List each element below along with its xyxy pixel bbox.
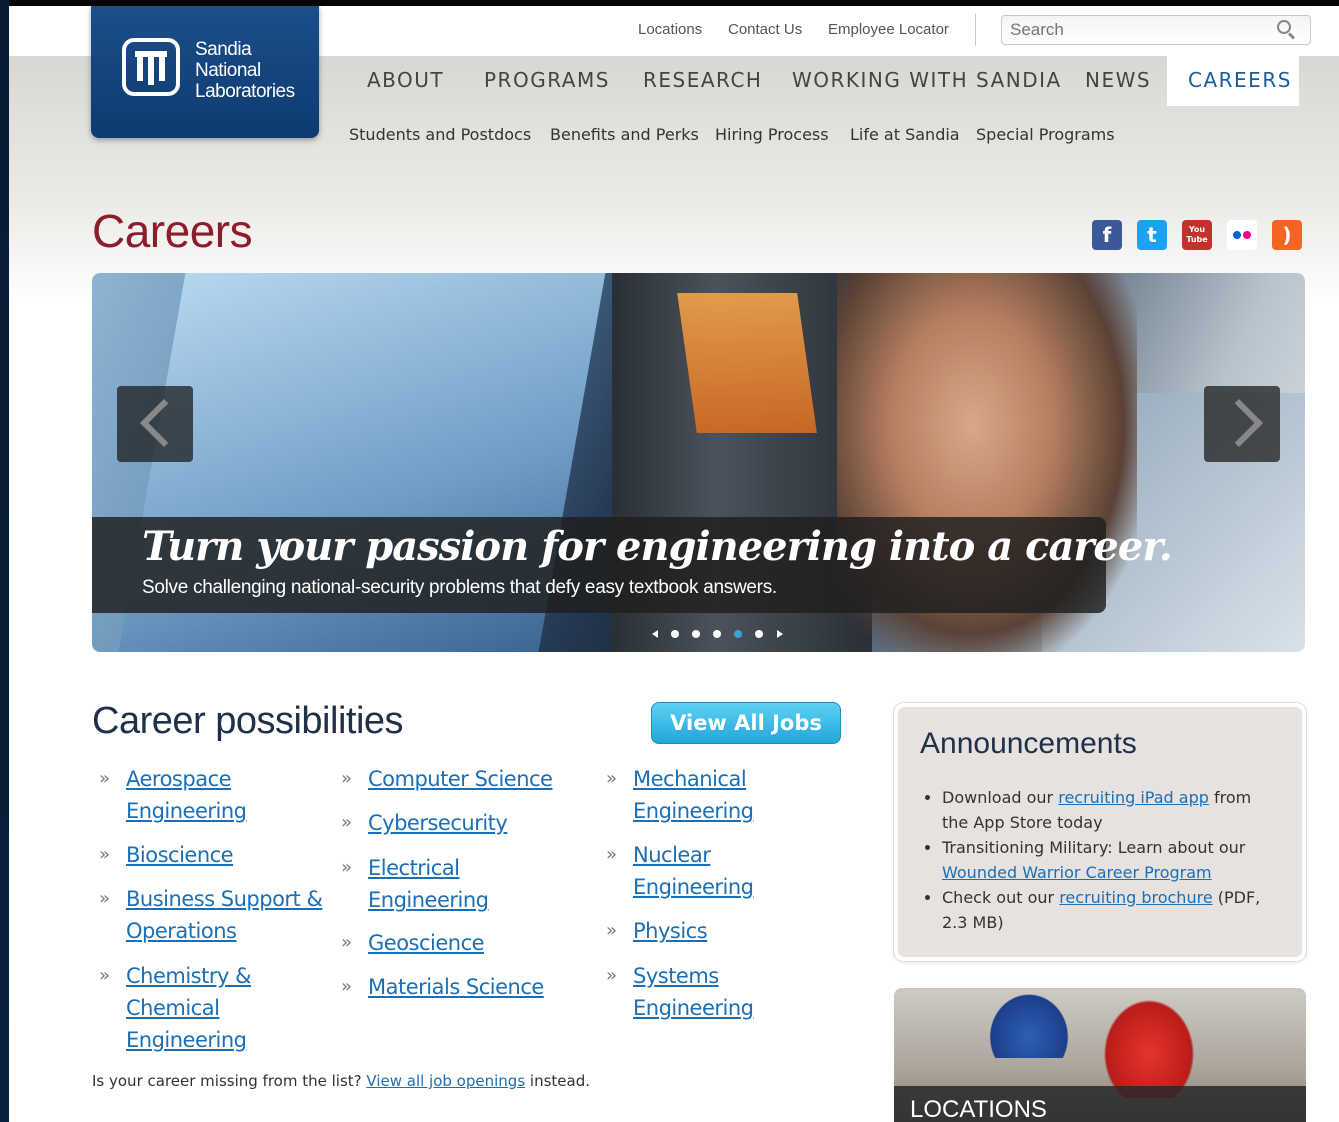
chevron-right-double-icon: » bbox=[606, 768, 618, 789]
carousel-dots-next-icon[interactable] bbox=[776, 630, 783, 638]
announcement-item: Check out our recruiting brochure (PDF, … bbox=[942, 885, 1282, 935]
chevron-right-double-icon: » bbox=[99, 965, 111, 986]
announcement-text: Download our bbox=[942, 788, 1054, 807]
page-title: Careers bbox=[92, 205, 253, 257]
nav-news[interactable]: NEWS bbox=[1085, 68, 1151, 92]
locations-card[interactable]: LOCATIONS bbox=[894, 988, 1306, 1122]
chevron-right-double-icon: » bbox=[606, 844, 618, 865]
subnav-benefits[interactable]: Benefits and Perks bbox=[550, 125, 699, 144]
utility-divider bbox=[975, 14, 976, 46]
career-link-geoscience[interactable]: Geoscience bbox=[368, 927, 588, 959]
career-link-physics[interactable]: Physics bbox=[633, 915, 853, 947]
announcements-title: Announcements bbox=[920, 727, 1137, 760]
career-possibilities-title: Career possibilities bbox=[92, 700, 404, 742]
missing-career-note: Is your career missing from the list? Vi… bbox=[92, 1072, 590, 1090]
youtube-icon[interactable]: You Tube bbox=[1182, 220, 1212, 250]
hero-caption: Turn your passion for engineering into a… bbox=[92, 517, 1173, 613]
view-all-jobs-button[interactable]: View All Jobs bbox=[651, 702, 841, 744]
chevron-right-double-icon: » bbox=[99, 844, 111, 865]
subnav-hiring[interactable]: Hiring Process bbox=[715, 125, 829, 144]
logo-line: Laboratories bbox=[195, 81, 295, 102]
hero-carousel[interactable]: Turn your passion for engineering into a… bbox=[92, 273, 1305, 652]
chevron-right-double-icon: » bbox=[341, 857, 353, 878]
nav-programs[interactable]: PROGRAMS bbox=[484, 68, 610, 92]
carousel-next-button[interactable] bbox=[1204, 386, 1280, 462]
announcements-list: Download our recruiting iPad app from th… bbox=[928, 785, 1282, 935]
chevron-right-icon bbox=[1214, 398, 1264, 448]
recruiting-brochure-link[interactable]: recruiting brochure bbox=[1059, 888, 1212, 907]
announcement-text: Check out our bbox=[942, 888, 1055, 907]
carousel-dots bbox=[652, 623, 783, 638]
twitter-icon[interactable]: t bbox=[1137, 220, 1167, 250]
chevron-right-double-icon: » bbox=[341, 932, 353, 953]
nav-about[interactable]: ABOUT bbox=[367, 68, 444, 92]
ipad-app-link[interactable]: recruiting iPad app bbox=[1058, 788, 1209, 807]
chevron-right-double-icon: » bbox=[99, 888, 111, 909]
logo-line: Sandia bbox=[195, 39, 252, 60]
career-link-mechanical[interactable]: Mechanical Engineering bbox=[633, 763, 853, 827]
carousel-dots-prev-icon[interactable] bbox=[652, 630, 658, 638]
red-pushpin-image bbox=[1094, 988, 1204, 1098]
chevron-right-double-icon: » bbox=[341, 768, 353, 789]
facebook-icon[interactable]: f bbox=[1092, 220, 1122, 250]
utility-link-employee-locator[interactable]: Employee Locator bbox=[828, 21, 949, 38]
utility-link-contact[interactable]: Contact Us bbox=[728, 21, 802, 38]
logo-line: National bbox=[195, 60, 261, 81]
wounded-warrior-link[interactable]: Wounded Warrior Career Program bbox=[942, 863, 1212, 882]
subnav-special[interactable]: Special Programs bbox=[976, 125, 1115, 144]
announcements-box: Announcements Download our recruiting iP… bbox=[894, 703, 1306, 961]
hero-subtitle: Solve challenging national-security prob… bbox=[142, 577, 777, 598]
announcement-item: Download our recruiting iPad app from th… bbox=[942, 785, 1282, 835]
chevron-right-double-icon: » bbox=[99, 768, 111, 789]
missing-prefix: Is your career missing from the list? bbox=[92, 1072, 362, 1090]
view-all-job-openings-link[interactable]: View all job openings bbox=[366, 1072, 525, 1090]
chevron-right-double-icon: » bbox=[606, 920, 618, 941]
hero-title: Turn your passion for engineering into a… bbox=[142, 523, 1173, 570]
carousel-prev-button[interactable] bbox=[117, 386, 193, 462]
page: Sandia National Laboratories Locations C… bbox=[9, 6, 1339, 1122]
career-link-business-support[interactable]: Business Support & Operations bbox=[126, 883, 346, 947]
chevron-right-double-icon: » bbox=[341, 812, 353, 833]
window-left-edge bbox=[0, 0, 9, 1122]
missing-suffix: instead. bbox=[529, 1072, 591, 1090]
logo-text: Sandia National Laboratories bbox=[195, 39, 295, 102]
flickr-icon[interactable] bbox=[1227, 220, 1257, 250]
rss-icon[interactable]: ) bbox=[1272, 220, 1302, 250]
career-link-systems[interactable]: Systems Engineering bbox=[633, 960, 853, 1024]
utility-link-locations[interactable]: Locations bbox=[638, 21, 702, 38]
chevron-right-double-icon: » bbox=[341, 976, 353, 997]
sandia-logo-mark-icon bbox=[122, 38, 180, 96]
locations-label: LOCATIONS bbox=[910, 1096, 1047, 1122]
search-input[interactable] bbox=[1001, 15, 1311, 45]
chevron-right-double-icon: » bbox=[606, 965, 618, 986]
subnav-students[interactable]: Students and Postdocs bbox=[349, 125, 531, 144]
career-link-nuclear[interactable]: Nuclear Engineering bbox=[633, 839, 853, 903]
career-link-cybersecurity[interactable]: Cybersecurity bbox=[368, 807, 588, 839]
announcement-text: Transitioning Military: Learn about our bbox=[942, 838, 1246, 857]
search-icon[interactable] bbox=[1277, 20, 1291, 34]
chevron-left-icon bbox=[139, 398, 189, 448]
career-link-computer-science[interactable]: Computer Science bbox=[368, 763, 588, 795]
announcement-item: Transitioning Military: Learn about our … bbox=[942, 835, 1282, 885]
sandia-logo[interactable]: Sandia National Laboratories bbox=[91, 6, 319, 138]
nav-working-with-sandia[interactable]: WORKING WITH SANDIA bbox=[792, 68, 1062, 92]
blue-pushpin-image bbox=[984, 988, 1074, 1058]
nav-careers[interactable]: CAREERS bbox=[1188, 68, 1292, 92]
nav-research[interactable]: RESEARCH bbox=[643, 68, 762, 92]
hero-image-light bbox=[677, 293, 817, 433]
career-link-electrical[interactable]: Electrical Engineering bbox=[368, 852, 588, 916]
career-link-bioscience[interactable]: Bioscience bbox=[126, 839, 346, 871]
subnav-life[interactable]: Life at Sandia bbox=[850, 125, 960, 144]
career-link-materials-science[interactable]: Materials Science bbox=[368, 971, 588, 1003]
career-link-chemistry[interactable]: Chemistry & Chemical Engineering bbox=[126, 960, 346, 1056]
career-link-aerospace[interactable]: Aerospace Engineering bbox=[126, 763, 346, 827]
